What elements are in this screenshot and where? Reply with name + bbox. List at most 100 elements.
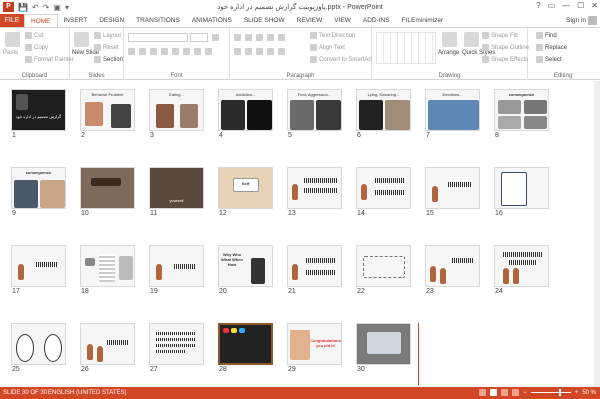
increase-indent-icon[interactable] [267,34,274,41]
slide-thumbnail[interactable]: 30 [356,323,411,374]
bold-icon[interactable] [128,48,135,55]
slide-thumbnail[interactable]: گزارش تصمیم در اداره خود 1 [11,89,66,140]
slide-thumbnail[interactable]: 22 [356,245,411,296]
font-color-icon[interactable] [205,48,212,55]
zoom-level[interactable]: 50 % [582,390,596,396]
slide-thumbnail[interactable]: 21 [287,245,342,296]
font-name-combo[interactable] [128,33,188,42]
slide-thumbnail[interactable]: Fear, Aggression... 5 [287,89,342,140]
tab-slide-show[interactable]: SLIDE SHOW [238,14,291,27]
avatar[interactable] [588,16,597,25]
zoom-in-icon[interactable]: + [575,390,579,396]
tab-review[interactable]: REVIEW [291,14,329,27]
tab-animations[interactable]: ANIMATIONS [186,14,238,27]
reset-button[interactable]: Reset [94,44,119,51]
underline-icon[interactable] [150,48,157,55]
slide-thumbnail[interactable]: 16 [494,167,549,218]
replace-button[interactable]: Replace [536,44,567,51]
slide-thumbnail[interactable]: 23 [425,245,480,296]
slide-thumbnail[interactable]: yourself 11 [149,167,204,218]
slide-thumbnail[interactable]: 10 [80,167,135,218]
increase-font-button[interactable] [212,34,219,41]
slide-thumbnail[interactable]: 25 [11,323,66,374]
slide-thumbnail[interactable]: Lying, Swearing... 6 [356,89,411,140]
normal-view-icon[interactable] [479,389,487,396]
slide-thumbnail[interactable]: 14 [356,167,411,218]
slide-thumbnail[interactable]: 19 [149,245,204,296]
zoom-slider-knob[interactable] [558,389,561,396]
layout-button[interactable]: Layout [94,32,121,39]
slide-thumbnail[interactable]: 17 [11,245,66,296]
arrange-button[interactable]: Arrange [438,50,459,56]
tab-file[interactable]: FILE [0,14,24,27]
slide-thumbnail[interactable]: Emotions... 7 [425,89,480,140]
slide-thumbnail[interactable]: Self 12 [218,167,273,218]
shape-outline-button[interactable]: Shape Outline [482,44,529,51]
slide-thumbnail[interactable]: 26 [80,323,135,374]
align-center-icon[interactable] [245,48,252,55]
slide-thumbnail[interactable]: Behavior Problem 2 [80,89,135,140]
language-indicator[interactable]: ENGLISH (UNITED STATES) [48,390,126,396]
align-right-icon[interactable] [256,48,263,55]
slide-thumbnail[interactable]: Addiction... 4 [218,89,273,140]
justify-icon[interactable] [267,48,274,55]
cut-button[interactable]: Cut [25,32,43,39]
shape-effects-button[interactable]: Shape Effects [482,56,528,63]
zoom-out-icon[interactable]: − [523,390,527,396]
italic-icon[interactable] [139,48,146,55]
convert-smartart-button[interactable]: Convert to SmartArt [310,56,372,63]
columns-icon[interactable] [278,48,285,55]
change-case-icon[interactable] [194,48,201,55]
arrange-icon[interactable] [442,32,457,47]
tab-design[interactable]: DESIGN [93,14,130,27]
slide-sorter-view-icon[interactable] [490,389,498,396]
font-size-combo[interactable] [190,33,208,42]
bullets-icon[interactable] [234,34,241,41]
quick-styles-icon[interactable] [464,32,479,47]
strikethrough-icon[interactable] [172,48,179,55]
tab-transitions[interactable]: TRANSITIONS [130,14,186,27]
select-button[interactable]: Select [536,56,562,63]
slide-thumbnail[interactable]: 24 [494,245,549,296]
slide-thumbnail[interactable]: Congratulations you did it! 29 [287,323,342,374]
slide-thumbnail[interactable]: 15 [425,167,480,218]
sign-in-link[interactable]: Sign in [566,17,586,24]
tab-add-ins[interactable]: ADD-INS [357,14,396,27]
tab-fileminimizer[interactable]: FILEminimizer [396,14,450,27]
slide-thumbnail[interactable]: 18 [80,245,135,296]
tab-view[interactable]: VIEW [328,14,357,27]
copy-button[interactable]: Copy [25,44,48,51]
numbering-icon[interactable] [245,34,252,41]
slide-thumbnail[interactable]: consequence 8 [494,89,549,140]
section-button[interactable]: Section [94,56,123,63]
maximize-icon[interactable]: ☐ [577,1,584,10]
slide-thumbnail[interactable]: Why Who What When How 20 [218,245,273,296]
reading-view-icon[interactable] [501,389,509,396]
paste-icon[interactable] [5,32,20,47]
char-spacing-icon[interactable] [183,48,190,55]
slide-show-icon[interactable] [512,389,520,396]
vertical-scrollbar[interactable] [594,81,600,387]
paste-button[interactable]: Paste [3,50,18,56]
shadow-icon[interactable] [161,48,168,55]
ribbon-display-options-icon[interactable]: ▭ [548,1,556,10]
tab-insert[interactable]: INSERT [58,14,94,27]
help-icon[interactable]: ? [536,1,540,10]
slide-thumbnail[interactable]: Eating... 3 [149,89,204,140]
shape-fill-button[interactable]: Shape Fill [482,32,518,39]
slide-thumbnail[interactable]: 28 [218,323,273,374]
find-button[interactable]: Find [536,32,557,39]
align-text-button[interactable]: Align Text [310,44,345,51]
zoom-slider[interactable] [530,389,571,396]
slide-thumbnail[interactable]: consequence 9 [11,167,66,218]
tab-home[interactable]: HOME [24,14,58,27]
format-painter-button[interactable]: Format Painter [25,56,74,63]
align-left-icon[interactable] [234,48,241,55]
text-direction-button[interactable]: Text Direction [310,32,355,39]
close-icon[interactable]: ✕ [591,1,598,10]
line-spacing-icon[interactable] [278,34,285,41]
decrease-indent-icon[interactable] [256,34,263,41]
minimize-icon[interactable]: — [562,1,570,10]
shapes-gallery[interactable] [376,32,436,64]
slide-thumbnail[interactable]: 27 [149,323,204,374]
